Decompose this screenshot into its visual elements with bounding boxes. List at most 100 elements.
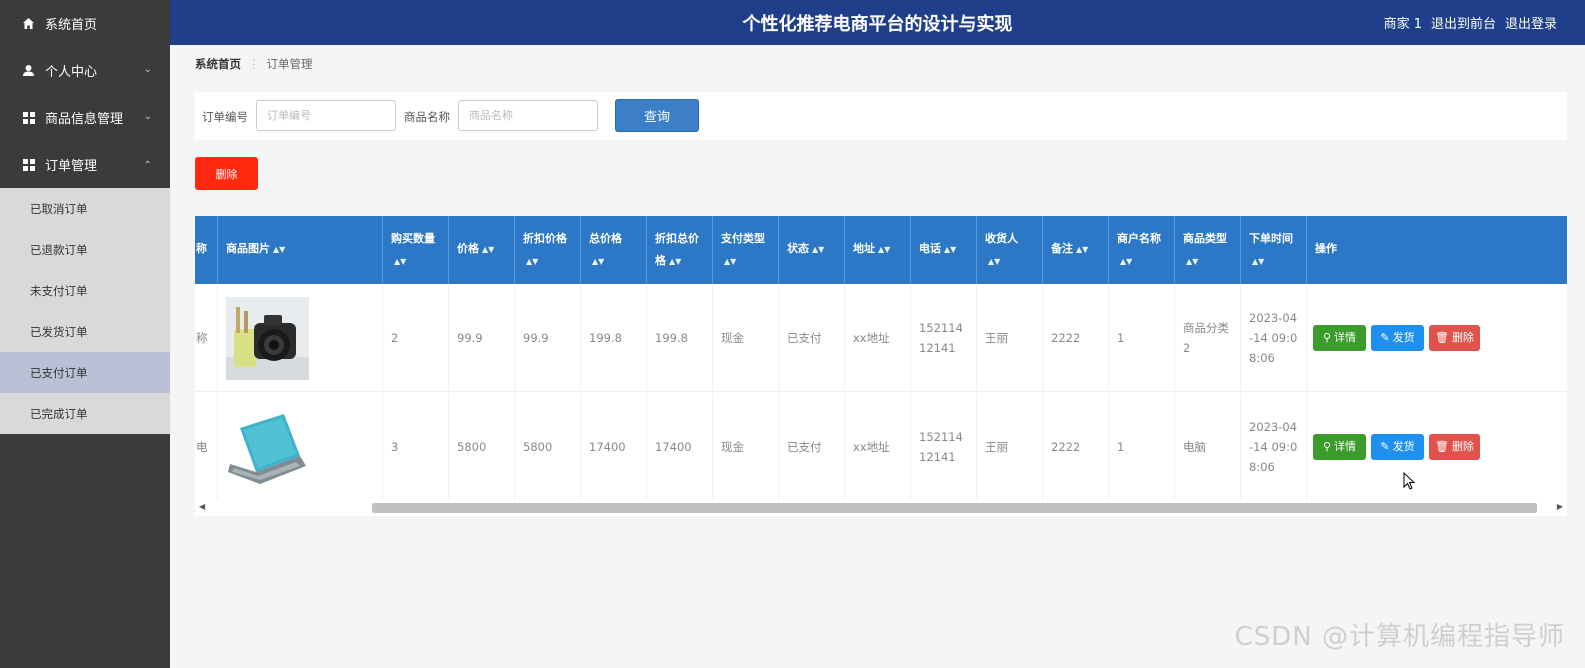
cell-ops: ⚲ 详情 ✎ 发货 🗑 删除 bbox=[1307, 393, 1567, 501]
col-address[interactable]: 地址 ▲▼ bbox=[845, 216, 911, 284]
submenu-paid-orders[interactable]: 已支付订单 bbox=[0, 352, 170, 393]
cell-price: 99.9 bbox=[449, 284, 515, 392]
col-category[interactable]: 商品类型 ▲▼ bbox=[1175, 216, 1241, 284]
cell-name: 称 bbox=[195, 284, 218, 392]
goto-front-link[interactable]: 退出到前台 bbox=[1431, 13, 1496, 32]
col-remark[interactable]: 备注 ▲▼ bbox=[1043, 216, 1109, 284]
edit-icon: ✎ bbox=[1380, 440, 1390, 453]
col-status[interactable]: 状态 ▲▼ bbox=[779, 216, 845, 284]
sort-icon: ▲▼ bbox=[1252, 257, 1265, 266]
col-pay-type[interactable]: 支付类型 ▲▼ bbox=[713, 216, 779, 284]
ship-button[interactable]: ✎ 发货 bbox=[1371, 434, 1424, 460]
horizontal-scrollbar[interactable]: ◀ ▶ bbox=[195, 500, 1567, 516]
search-panel: 订单编号 商品名称 查询 bbox=[195, 92, 1567, 140]
submenu-unpaid-orders[interactable]: 未支付订单 bbox=[0, 270, 170, 311]
scrollbar-thumb[interactable] bbox=[372, 503, 1537, 513]
cell-category: 电脑 bbox=[1175, 393, 1241, 501]
detail-button[interactable]: ⚲ 详情 bbox=[1313, 434, 1366, 460]
cell-pay-type: 现金 bbox=[713, 284, 779, 392]
delete-button[interactable]: 🗑 删除 bbox=[1429, 434, 1480, 460]
sort-icon: ▲▼ bbox=[592, 257, 605, 266]
ship-button[interactable]: ✎ 发货 bbox=[1371, 325, 1424, 351]
product-name-input[interactable] bbox=[458, 100, 598, 131]
cell-pay-type: 现金 bbox=[713, 393, 779, 501]
col-total[interactable]: 总价格 ▲▼ bbox=[581, 216, 647, 284]
sort-icon: ▲▼ bbox=[526, 257, 539, 266]
col-time[interactable]: 下单时间 ▲▼ bbox=[1241, 216, 1307, 284]
breadcrumb-home[interactable]: 系统首页 bbox=[195, 56, 241, 72]
grid-icon bbox=[22, 158, 35, 171]
sidebar-item-label: 个人中心 bbox=[45, 65, 98, 80]
table-row: 电 3 5800 5800 17400 17400 现金 已支付 xx地址 15… bbox=[195, 393, 1567, 501]
scroll-right-icon[interactable]: ▶ bbox=[1557, 502, 1563, 511]
order-no-input[interactable] bbox=[256, 100, 396, 131]
watermark: CSDN @计算机编程指导师 bbox=[1234, 622, 1565, 652]
sort-icon: ▲▼ bbox=[1186, 257, 1199, 266]
col-discount-total[interactable]: 折扣总价格 ▲▼ bbox=[647, 216, 713, 284]
sidebar-item-personal[interactable]: 个人中心 ⌄ bbox=[0, 47, 170, 94]
sort-icon: ▲▼ bbox=[878, 245, 891, 254]
table-header: 称 商品图片 ▲▼ 购买数量 ▲▼ 价格 ▲▼ 折扣价格 ▲▼ 总价格 ▲▼ 折扣总价格 ▲… bbox=[195, 216, 1567, 284]
sort-icon: ▲▼ bbox=[669, 257, 682, 266]
sort-icon: ▲▼ bbox=[724, 257, 737, 266]
cell-merchant: 1 bbox=[1109, 393, 1175, 501]
sidebar: 系统首页 个人中心 ⌄ 商品信息管理 ⌄ 订单管理 ⌃ 已取消订单 已退款订单 … bbox=[0, 0, 170, 668]
search-icon: ⚲ bbox=[1322, 331, 1332, 344]
sort-icon: ▲▼ bbox=[812, 245, 825, 254]
cell-category: 商品分类2 bbox=[1175, 284, 1241, 392]
col-ops: 操作 bbox=[1315, 242, 1337, 255]
sort-icon: ▲▼ bbox=[944, 245, 957, 254]
cell-merchant: 1 bbox=[1109, 284, 1175, 392]
scroll-left-icon[interactable]: ◀ bbox=[199, 502, 205, 511]
cell-remark: 2222 bbox=[1043, 393, 1109, 501]
delete-button[interactable]: 🗑 删除 bbox=[1429, 325, 1480, 351]
mouse-cursor-icon bbox=[1403, 472, 1416, 490]
logout-link[interactable]: 退出登录 bbox=[1505, 13, 1557, 32]
cell-total: 199.8 bbox=[581, 284, 647, 392]
sidebar-item-label: 订单管理 bbox=[45, 159, 98, 174]
sort-icon: ▲▼ bbox=[1120, 257, 1133, 266]
cell-qty: 2 bbox=[383, 284, 449, 392]
sort-icon: ▲▼ bbox=[482, 245, 495, 254]
cell-status: 已支付 bbox=[779, 284, 845, 392]
cell-receiver: 王丽 bbox=[977, 284, 1043, 392]
submenu-refunded-orders[interactable]: 已退款订单 bbox=[0, 229, 170, 270]
home-icon bbox=[22, 17, 35, 30]
col-qty[interactable]: 购买数量 ▲▼ bbox=[383, 216, 449, 284]
cell-receiver: 王丽 bbox=[977, 393, 1043, 501]
chevron-down-icon: ⌄ bbox=[143, 64, 152, 75]
submenu-completed-orders[interactable]: 已完成订单 bbox=[0, 393, 170, 434]
col-discount-price[interactable]: 折扣价格 ▲▼ bbox=[515, 216, 581, 284]
sidebar-item-home[interactable]: 系统首页 bbox=[0, 0, 170, 47]
col-receiver[interactable]: 收货人 ▲▼ bbox=[977, 216, 1043, 284]
cell-phone: 15211412141 bbox=[911, 284, 977, 392]
breadcrumb-current: 订单管理 bbox=[266, 57, 313, 71]
product-name-label: 商品名称 bbox=[404, 110, 450, 124]
order-submenu: 已取消订单 已退款订单 未支付订单 已发货订单 已支付订单 已完成订单 bbox=[0, 188, 170, 434]
sidebar-item-product-info[interactable]: 商品信息管理 ⌄ bbox=[0, 94, 170, 141]
query-button[interactable]: 查询 bbox=[615, 99, 699, 132]
cell-discount-price: 5800 bbox=[515, 393, 581, 501]
cell-address: xx地址 bbox=[845, 284, 911, 392]
col-image[interactable]: 商品图片 ▲▼ bbox=[218, 216, 383, 284]
col-name[interactable]: 称 bbox=[195, 216, 218, 284]
trash-icon: 🗑 bbox=[1435, 440, 1449, 453]
search-icon: ⚲ bbox=[1322, 440, 1332, 453]
batch-delete-button[interactable]: 删除 bbox=[195, 157, 258, 190]
cell-address: xx地址 bbox=[845, 393, 911, 501]
trash-icon: 🗑 bbox=[1435, 331, 1449, 344]
order-table: 称 商品图片 ▲▼ 购买数量 ▲▼ 价格 ▲▼ 折扣价格 ▲▼ 总价格 ▲▼ 折扣总价格 ▲… bbox=[195, 216, 1567, 516]
col-phone[interactable]: 电话 ▲▼ bbox=[911, 216, 977, 284]
user-icon bbox=[22, 64, 35, 77]
cell-status: 已支付 bbox=[779, 393, 845, 501]
sidebar-item-order-manage[interactable]: 订单管理 ⌃ bbox=[0, 141, 170, 188]
sort-icon: ▲▼ bbox=[1076, 245, 1089, 254]
submenu-shipped-orders[interactable]: 已发货订单 bbox=[0, 311, 170, 352]
col-merchant[interactable]: 商户名称 ▲▼ bbox=[1109, 216, 1175, 284]
sidebar-item-label: 商品信息管理 bbox=[45, 112, 124, 127]
col-price[interactable]: 价格 ▲▼ bbox=[449, 216, 515, 284]
current-user: 商家 1 bbox=[1383, 17, 1422, 32]
cell-time: 2023-04-14 09:08:06 bbox=[1241, 284, 1307, 392]
detail-button[interactable]: ⚲ 详情 bbox=[1313, 325, 1366, 351]
submenu-cancelled-orders[interactable]: 已取消订单 bbox=[0, 188, 170, 229]
